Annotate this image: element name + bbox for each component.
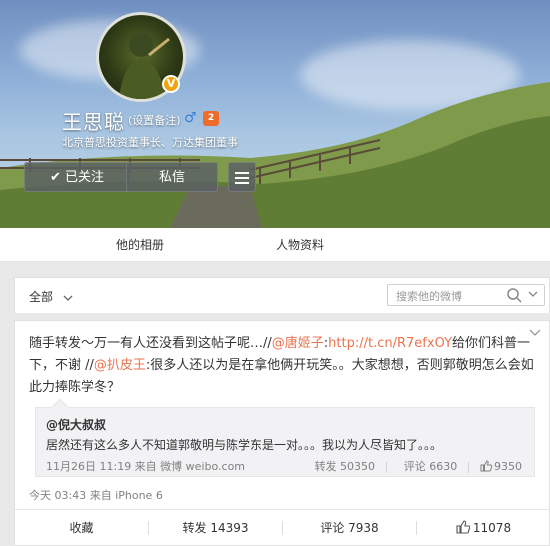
verified-badge: V <box>162 75 180 93</box>
quoted-text: 居然还有这么多人不知道郭敬明与陈学东是一对。。。我以为人尽皆知了。。。 <box>46 438 443 452</box>
quoted-like-count[interactable]: 9350 <box>494 460 522 473</box>
quote-arrow <box>51 398 69 416</box>
mention-link[interactable]: @唐姬子 <box>272 336 324 351</box>
favorite-button[interactable]: 收藏 <box>15 510 148 546</box>
search-placeholder: 搜索他的微博 <box>396 290 462 303</box>
quoted-actions: 转发 50350 | 评论 6630 | 9350 <box>309 458 522 474</box>
post-meta[interactable]: 今天 03:43 来自 iPhone 6 <box>29 487 163 503</box>
quoted-author-link[interactable]: @倪大叔叔 <box>46 416 106 433</box>
quoted-meta[interactable]: 11月26日 11:19 来自 微博 weibo.com <box>46 458 245 474</box>
level-badge: 2 <box>203 111 219 126</box>
repost-button[interactable]: 转发 14393 <box>149 510 282 546</box>
mention-link[interactable]: @扒皮王 <box>94 358 146 373</box>
like-count: 11078 <box>472 521 512 535</box>
quoted-comment-link[interactable]: 评论 6630 <box>404 460 458 473</box>
quoted-post: @倪大叔叔 居然还有这么多人不知道郭敬明与陈学东是一对。。。我以为人尽皆知了。。… <box>35 398 535 477</box>
filter-all-dropdown[interactable]: 全部 <box>29 288 73 305</box>
tab-profile-info[interactable]: 人物资料 <box>276 228 324 262</box>
more-button[interactable] <box>228 162 256 192</box>
male-icon: ♂ <box>184 110 197 126</box>
menu-icon <box>235 172 249 184</box>
post-text-part: 随手转发～万一有人还没看到这帖子呢…// <box>29 336 272 351</box>
chevron-down-icon <box>63 295 73 301</box>
like-button[interactable]: 11078 <box>417 510 550 546</box>
profile-tabs: 他的相册 人物资料 <box>0 228 550 262</box>
post-text: 随手转发～万一有人还没看到这帖子呢…//@唐姬子:http://t.cn/R7e… <box>29 336 534 395</box>
set-remark-link[interactable]: (设置备注) <box>128 112 181 128</box>
feed-filter-bar: 全部 搜索他的微博 <box>14 277 550 313</box>
thumbs-up-icon <box>456 520 471 534</box>
short-url-link[interactable]: http://t.cn/R7efxOY <box>328 336 452 351</box>
comment-button[interactable]: 评论 7938 <box>283 510 416 546</box>
message-button[interactable]: 私信 <box>126 162 218 192</box>
thumbs-up-icon <box>480 460 493 472</box>
divider: | <box>466 460 471 473</box>
chevron-down-icon[interactable] <box>528 290 538 298</box>
filter-label: 全部 <box>29 290 54 304</box>
post-action-bar: 收藏 转发 14393 评论 7938 11078 <box>15 509 549 545</box>
tab-albums[interactable]: 他的相册 <box>116 228 164 262</box>
profile-cover: V 王思聪 (设置备注) ♂ 2 北京普思投资董事长、万达集团董事 ✔ 已关注 … <box>0 0 550 228</box>
divider: | <box>384 460 389 473</box>
search-icon[interactable] <box>506 287 522 303</box>
profile-name: 王思聪 <box>62 110 125 134</box>
search-input[interactable]: 搜索他的微博 <box>387 284 545 306</box>
profile-title: 北京普思投资董事长、万达集团董事 <box>62 136 238 149</box>
weibo-post-card: 随手转发～万一有人还没看到这帖子呢…//@唐姬子:http://t.cn/R7e… <box>14 320 550 546</box>
quoted-repost-link[interactable]: 转发 50350 <box>315 460 376 473</box>
following-button[interactable]: ✔ 已关注 <box>24 162 130 192</box>
